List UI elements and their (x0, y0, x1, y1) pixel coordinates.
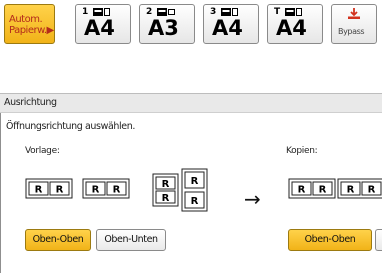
section-title: Ausrichtung (4, 97, 57, 108)
paper-tray-icon (157, 8, 175, 16)
original-stacked-pages-icon: R R R R (152, 168, 208, 212)
page-glyph: R (113, 185, 121, 196)
tray-lct-button[interactable]: T A4 (267, 4, 323, 44)
tray-2-button[interactable]: 2 A3 (139, 4, 195, 44)
original-top-top-button[interactable]: Oben-Oben (25, 229, 91, 251)
page-glyph: R (347, 185, 355, 196)
bypass-tray-icon (348, 8, 360, 19)
tray-paper-size: A4 (212, 16, 243, 40)
auto-paper-select-label: Autom. Papierw.▶ (9, 14, 54, 36)
page-glyph: R (162, 179, 170, 190)
tray-paper-size: A4 (276, 16, 307, 40)
paper-tray-icon (221, 8, 238, 16)
auto-paper-select-button[interactable]: Autom. Papierw.▶ (4, 4, 55, 44)
tray-paper-size: A3 (148, 16, 179, 40)
page-glyph: R (162, 193, 170, 204)
tray-3-button[interactable]: 3 A4 (203, 4, 259, 44)
bypass-tray-button[interactable]: Bypass (331, 4, 377, 44)
page-glyph: R (191, 176, 199, 187)
original-label: Vorlage: (25, 146, 60, 156)
paper-tray-icon (93, 8, 110, 16)
original-top-bottom-button[interactable]: Oben-Unten (96, 229, 166, 251)
page-glyph: R (92, 185, 100, 196)
page-glyph: R (191, 196, 199, 207)
copies-top-top-button[interactable]: Oben-Oben (288, 229, 372, 251)
tray-1-button[interactable]: 1 A4 (75, 4, 131, 44)
original-horizontal-pages-icon: R R R R (25, 178, 130, 199)
page-glyph: R (319, 185, 327, 196)
page-glyph: R (35, 185, 43, 196)
page-glyph: R (368, 185, 376, 196)
copies-horizontal-pages-icon: R R R R (288, 178, 382, 199)
right-arrow-icon: → (244, 187, 261, 211)
section-header: Ausrichtung (0, 93, 382, 113)
copies-top-bottom-button-partial[interactable] (375, 229, 382, 251)
copies-label: Kopien: (286, 146, 318, 156)
tray-paper-size: A4 (84, 16, 115, 40)
bypass-tray-label: Bypass (338, 27, 365, 36)
paper-tray-bar: Autom. Papierw.▶ 1 A4 2 A3 3 A4 T A4 Byp… (0, 0, 382, 80)
instruction-text: Öffnungsrichtung auswählen. (6, 121, 135, 132)
page-glyph: R (298, 185, 306, 196)
paper-tray-icon (285, 8, 302, 16)
page-glyph: R (56, 185, 64, 196)
